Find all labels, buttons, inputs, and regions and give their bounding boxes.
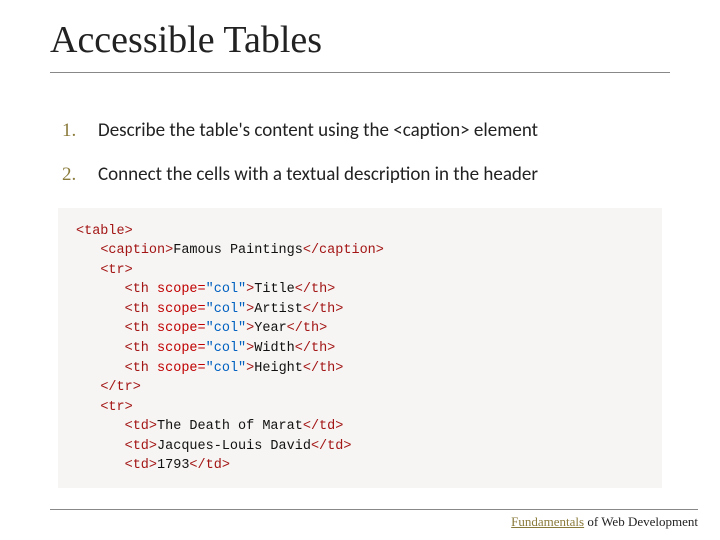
slide: Accessible Tables Describe the table's c… [0, 0, 720, 540]
list-item: Describe the table's content using the <… [58, 119, 670, 143]
list-item: Connect the cells with a textual descrip… [58, 163, 670, 187]
footer-rest: of Web Development [584, 514, 698, 529]
code-caption-text: Famous Paintings [173, 243, 303, 258]
page-title: Accessible Tables [50, 18, 670, 73]
footer: Fundamentals of Web Development [50, 509, 698, 530]
footer-accent: Fundamentals [511, 514, 584, 529]
code-example: <table> <caption>Famous Paintings</capti… [58, 208, 662, 488]
ordered-list: Describe the table's content using the <… [50, 119, 670, 188]
